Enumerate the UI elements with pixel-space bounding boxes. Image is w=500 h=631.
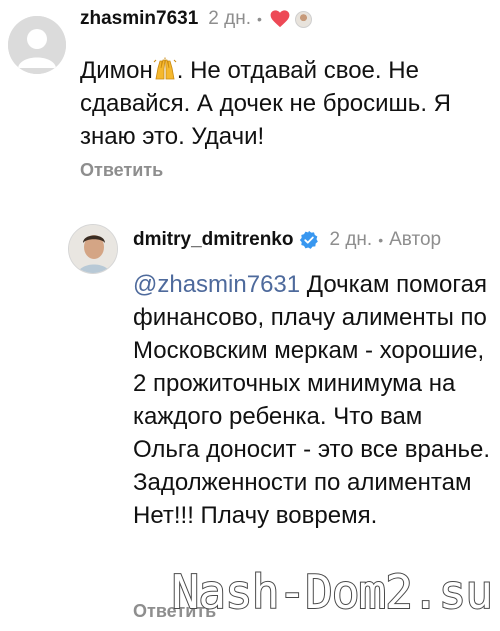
default-avatar-icon: [8, 16, 66, 74]
author-avatar[interactable]: [68, 224, 118, 274]
reply-header: dmitry_dmitrenko 2 дн. • Автор: [133, 229, 441, 251]
reply-button[interactable]: Ответить: [80, 160, 163, 181]
comment-text: Димон . Не отдавай свое. Не сдавайся. А …: [80, 54, 496, 153]
reply-username[interactable]: dmitry_dmitrenko: [133, 229, 293, 251]
raising-hands-icon: [153, 57, 177, 80]
comment-header: zhasmin7631 2 дн. •: [80, 8, 312, 30]
separator-dot: •: [378, 232, 384, 248]
profile-photo-icon: [69, 225, 117, 273]
reply-text-part: Дочкам помогая финансово, плачу алименты…: [133, 271, 490, 529]
comment-text-part: Димон: [80, 57, 153, 84]
comment-time: 2 дн.: [208, 8, 252, 29]
mention-link[interactable]: @zhasmin7631: [133, 271, 300, 298]
author-label: Автор: [389, 229, 442, 250]
reply-time: 2 дн.: [329, 229, 373, 250]
separator-dot: •: [257, 11, 262, 27]
watermark-text: Nash-Dom2.su: [171, 564, 494, 620]
heart-icon: [270, 10, 290, 28]
comment-item: zhasmin7631 2 дн. • Димон . Не отдавай с…: [0, 0, 500, 200]
user-avatar[interactable]: [8, 16, 66, 74]
verified-badge-icon: [300, 230, 319, 249]
comment-username[interactable]: zhasmin7631: [80, 8, 198, 30]
author-mini-avatar: [294, 10, 312, 28]
reply-text: @zhasmin7631 Дочкам помогая финансово, п…: [133, 268, 493, 532]
